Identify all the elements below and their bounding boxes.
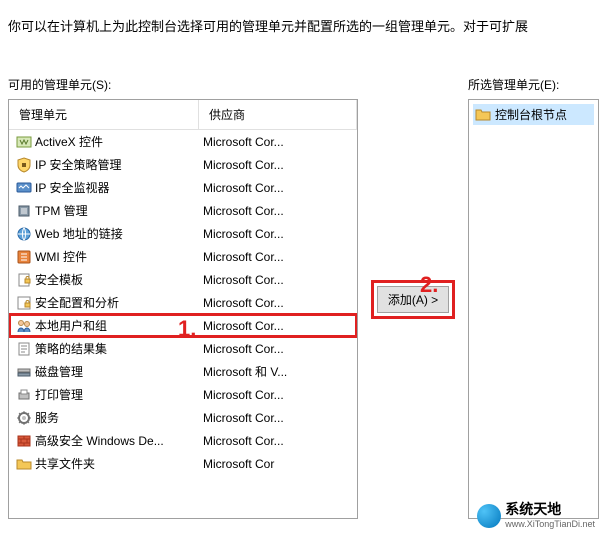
folder-icon [475, 107, 491, 123]
snapin-row[interactable]: WMI 控件Microsoft Cor... [9, 245, 357, 268]
watermark-title: 系统天地 [505, 502, 595, 516]
users-groups-icon [16, 318, 32, 334]
snapin-vendor: Microsoft Cor... [203, 434, 353, 448]
watermark: 系统天地 www.XiTongTianDi.net [477, 502, 595, 530]
selected-snapins-label: 所选管理单元(E): [468, 76, 599, 93]
column-header-name[interactable]: 管理单元 [9, 100, 199, 129]
snapin-vendor: Microsoft Cor... [203, 296, 353, 310]
snapin-row[interactable]: 安全模板Microsoft Cor... [9, 268, 357, 291]
snapin-name: 安全模板 [35, 271, 203, 288]
list-header[interactable]: 管理单元 供应商 [9, 100, 357, 130]
snapin-name: IP 安全策略管理 [35, 156, 203, 173]
snapin-name: 打印管理 [35, 386, 203, 403]
tpm-icon [16, 203, 32, 219]
snapin-name: 服务 [35, 409, 203, 426]
snapin-name: 安全配置和分析 [35, 294, 203, 311]
snapin-vendor: Microsoft Cor... [203, 204, 353, 218]
snapin-vendor: Microsoft Cor... [203, 388, 353, 402]
selected-snapins-tree[interactable]: 控制台根节点 [468, 99, 599, 519]
snapin-row[interactable]: IP 安全策略管理Microsoft Cor... [9, 153, 357, 176]
snapin-vendor: Microsoft Cor... [203, 342, 353, 356]
snapin-vendor: Microsoft 和 V... [203, 363, 353, 380]
tree-root-node[interactable]: 控制台根节点 [473, 104, 594, 125]
snapin-name: TPM 管理 [35, 202, 203, 219]
dialog-description: 你可以在计算机上为此控制台选择可用的管理单元并配置所选的一组管理单元。对于可扩展 [0, 0, 599, 36]
activex-icon [16, 134, 32, 150]
web-link-icon [16, 226, 32, 242]
sec-config-icon [16, 295, 32, 311]
print-mgmt-icon [16, 387, 32, 403]
snapin-name: 磁盘管理 [35, 363, 203, 380]
sec-template-icon [16, 272, 32, 288]
snapin-vendor: Microsoft Cor... [203, 158, 353, 172]
ipsec-monitor-icon [16, 180, 32, 196]
snapin-row[interactable]: TPM 管理Microsoft Cor... [9, 199, 357, 222]
snapin-vendor: Microsoft Cor... [203, 227, 353, 241]
snapin-name: 本地用户和组 [35, 317, 203, 334]
column-header-vendor[interactable]: 供应商 [199, 100, 357, 129]
snapin-row[interactable]: Web 地址的链接Microsoft Cor... [9, 222, 357, 245]
snapin-row[interactable]: IP 安全监视器Microsoft Cor... [9, 176, 357, 199]
snapin-vendor: Microsoft Cor... [203, 135, 353, 149]
wmi-icon [16, 249, 32, 265]
snapin-vendor: Microsoft Cor [203, 457, 353, 471]
available-snapins-label: 可用的管理单元(S): [8, 76, 358, 93]
ipsec-policy-icon [16, 157, 32, 173]
services-icon [16, 410, 32, 426]
watermark-url: www.XiTongTianDi.net [505, 519, 595, 529]
snapin-row[interactable]: 磁盘管理Microsoft 和 V... [9, 360, 357, 383]
snapin-row[interactable]: 安全配置和分析Microsoft Cor... [9, 291, 357, 314]
snapin-vendor: Microsoft Cor... [203, 319, 353, 333]
snapin-vendor: Microsoft Cor... [203, 250, 353, 264]
shared-folders-icon [16, 456, 32, 472]
snapin-name: 共享文件夹 [35, 455, 203, 472]
tree-root-label: 控制台根节点 [495, 106, 567, 123]
add-button[interactable]: 添加(A) > [377, 286, 449, 313]
rsop-icon [16, 341, 32, 357]
available-snapins-list[interactable]: 管理单元 供应商 ActiveX 控件Microsoft Cor...IP 安全… [8, 99, 358, 519]
snapin-vendor: Microsoft Cor... [203, 411, 353, 425]
firewall-icon [16, 433, 32, 449]
snapin-row[interactable]: 共享文件夹Microsoft Cor [9, 452, 357, 475]
snapin-name: IP 安全监视器 [35, 179, 203, 196]
snapin-row[interactable]: ActiveX 控件Microsoft Cor... [9, 130, 357, 153]
snapin-name: 高级安全 Windows De... [35, 432, 203, 449]
snapin-name: ActiveX 控件 [35, 133, 203, 150]
snapin-row[interactable]: 打印管理Microsoft Cor... [9, 383, 357, 406]
disk-mgmt-icon [16, 364, 32, 380]
snapin-row[interactable]: 本地用户和组Microsoft Cor... [9, 314, 357, 337]
snapin-name: WMI 控件 [35, 248, 203, 265]
snapin-vendor: Microsoft Cor... [203, 181, 353, 195]
snapin-row[interactable]: 策略的结果集Microsoft Cor... [9, 337, 357, 360]
watermark-logo-icon [477, 504, 501, 528]
snapin-row[interactable]: 高级安全 Windows De...Microsoft Cor... [9, 429, 357, 452]
snapin-vendor: Microsoft Cor... [203, 273, 353, 287]
snapin-name: 策略的结果集 [35, 340, 203, 357]
snapin-row[interactable]: 服务Microsoft Cor... [9, 406, 357, 429]
snapin-name: Web 地址的链接 [35, 225, 203, 242]
